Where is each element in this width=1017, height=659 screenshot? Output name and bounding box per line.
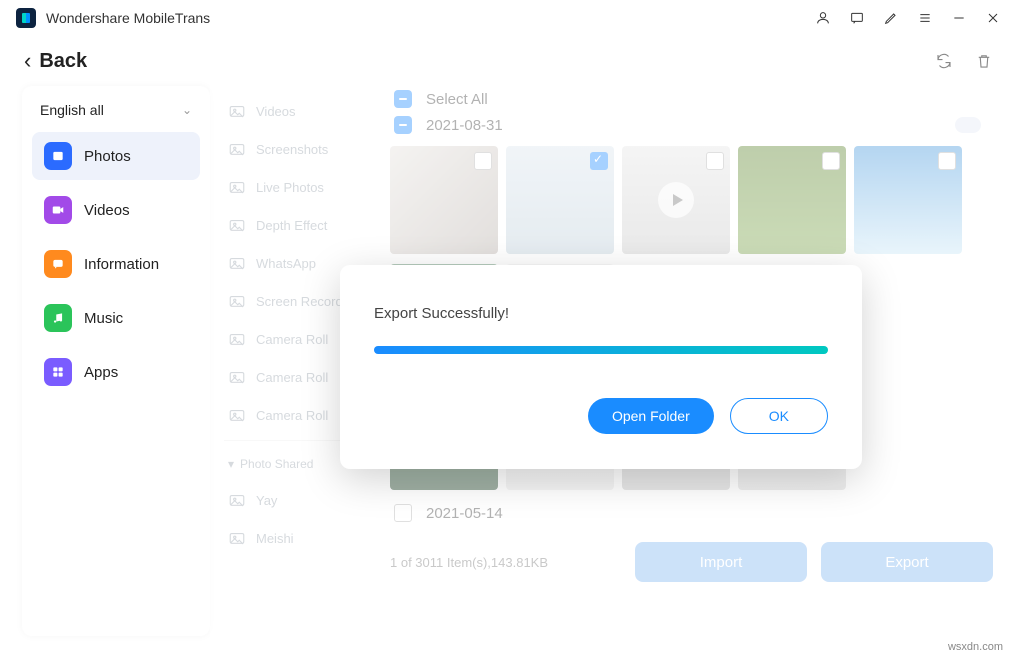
photo-thumbnail[interactable] bbox=[390, 146, 498, 254]
album-label: Yay bbox=[256, 493, 277, 508]
date-group-row: 2021-05-14 bbox=[390, 500, 993, 526]
thumb-checkbox[interactable] bbox=[822, 152, 840, 170]
thumb-checkbox[interactable] bbox=[706, 152, 724, 170]
open-folder-button[interactable]: Open Folder bbox=[588, 398, 714, 434]
video-icon bbox=[44, 196, 72, 224]
album-item[interactable]: Screenshots bbox=[224, 130, 376, 168]
album-label: Camera Roll bbox=[256, 332, 328, 347]
album-label: Videos bbox=[256, 104, 296, 119]
titlebar-actions bbox=[815, 10, 1001, 26]
back-label[interactable]: Back bbox=[39, 50, 87, 73]
sync-icon[interactable] bbox=[935, 52, 953, 70]
grid-icon bbox=[44, 358, 72, 386]
progress-bar bbox=[374, 346, 828, 354]
album-label: Camera Roll bbox=[256, 408, 328, 423]
photo-thumbnail[interactable] bbox=[506, 146, 614, 254]
select-all-label[interactable]: Select All bbox=[426, 91, 488, 108]
date-checkbox[interactable] bbox=[394, 116, 412, 134]
nav-item-music[interactable]: Music bbox=[32, 294, 200, 342]
album-icon bbox=[228, 491, 246, 509]
album-label: Depth Effect bbox=[256, 218, 327, 233]
nav-label: Information bbox=[84, 256, 159, 273]
menu-icon[interactable] bbox=[917, 10, 933, 26]
album-icon bbox=[228, 178, 246, 196]
album-icon bbox=[228, 140, 246, 158]
play-icon[interactable] bbox=[658, 182, 694, 218]
album-icon bbox=[228, 254, 246, 272]
photo-thumbnail[interactable] bbox=[854, 146, 962, 254]
ok-button[interactable]: OK bbox=[730, 398, 828, 434]
export-success-dialog: Export Successfully! Open Folder OK bbox=[340, 265, 862, 469]
date-label: 2021-05-14 bbox=[426, 505, 503, 522]
nav-label: Videos bbox=[84, 202, 130, 219]
app-title: Wondershare MobileTrans bbox=[46, 10, 210, 26]
album-icon bbox=[228, 216, 246, 234]
album-label: Camera Roll bbox=[256, 370, 328, 385]
trash-icon[interactable] bbox=[975, 52, 993, 70]
thumb-checkbox[interactable] bbox=[474, 152, 492, 170]
feedback-icon[interactable] bbox=[849, 10, 865, 26]
nav-item-photos[interactable]: Photos bbox=[32, 132, 200, 180]
back-chevron-icon[interactable]: ‹ bbox=[24, 48, 31, 74]
photo-thumbnail[interactable] bbox=[622, 146, 730, 254]
photo-thumbnail[interactable] bbox=[738, 146, 846, 254]
album-label: Live Photos bbox=[256, 180, 324, 195]
thumb-checkbox[interactable] bbox=[590, 152, 608, 170]
date-checkbox[interactable] bbox=[394, 504, 412, 522]
status-text: 1 of 3011 Item(s),143.81KB bbox=[390, 555, 548, 570]
album-icon bbox=[228, 330, 246, 348]
export-button[interactable]: Export bbox=[821, 542, 993, 582]
nav-item-apps[interactable]: Apps bbox=[32, 348, 200, 396]
album-label: WhatsApp bbox=[256, 256, 316, 271]
select-all-checkbox[interactable] bbox=[394, 90, 412, 108]
chevron-down-icon: ▾ bbox=[228, 457, 234, 471]
chat-icon bbox=[44, 250, 72, 278]
album-icon bbox=[228, 292, 246, 310]
back-bar: ‹ Back bbox=[0, 36, 1017, 86]
nav-label: Apps bbox=[84, 364, 118, 381]
watermark: wsxdn.com bbox=[948, 641, 1003, 653]
album-icon bbox=[228, 406, 246, 424]
date-label: 2021-08-31 bbox=[426, 117, 503, 134]
album-label: Screenshots bbox=[256, 142, 328, 157]
shared-album-item[interactable]: Meishi bbox=[224, 519, 376, 557]
chevron-down-icon: ⌄ bbox=[182, 103, 192, 117]
title-bar: Wondershare MobileTrans bbox=[0, 0, 1017, 36]
album-icon bbox=[228, 529, 246, 547]
album-label: Meishi bbox=[256, 531, 294, 546]
album-item[interactable]: Videos bbox=[224, 92, 376, 130]
thumb-checkbox[interactable] bbox=[938, 152, 956, 170]
image-icon bbox=[44, 142, 72, 170]
edit-icon[interactable] bbox=[883, 10, 899, 26]
footer-row: 1 of 3011 Item(s),143.81KB Import Export bbox=[390, 542, 993, 582]
shared-album-item[interactable]: Yay bbox=[224, 481, 376, 519]
language-selector[interactable]: English all ⌄ bbox=[32, 102, 200, 132]
nav-label: Photos bbox=[84, 148, 131, 165]
album-item[interactable]: Live Photos bbox=[224, 168, 376, 206]
album-item[interactable]: Depth Effect bbox=[224, 206, 376, 244]
album-icon bbox=[228, 368, 246, 386]
select-all-row: Select All bbox=[390, 86, 993, 112]
dialog-message: Export Successfully! bbox=[374, 305, 828, 322]
nav-item-information[interactable]: Information bbox=[32, 240, 200, 288]
left-nav: English all ⌄ Photos Videos Information Mus… bbox=[22, 86, 210, 636]
language-label: English all bbox=[40, 102, 104, 118]
import-button[interactable]: Import bbox=[635, 542, 807, 582]
account-icon[interactable] bbox=[815, 10, 831, 26]
app-logo-icon bbox=[16, 8, 36, 28]
nav-item-videos[interactable]: Videos bbox=[32, 186, 200, 234]
date-group-row: 2021-08-31 bbox=[390, 112, 993, 138]
album-icon bbox=[228, 102, 246, 120]
minimize-icon[interactable] bbox=[951, 10, 967, 26]
nav-label: Music bbox=[84, 310, 123, 327]
music-icon bbox=[44, 304, 72, 332]
group-count-badge bbox=[955, 117, 981, 133]
close-icon[interactable] bbox=[985, 10, 1001, 26]
thumbnail-row bbox=[390, 146, 993, 254]
